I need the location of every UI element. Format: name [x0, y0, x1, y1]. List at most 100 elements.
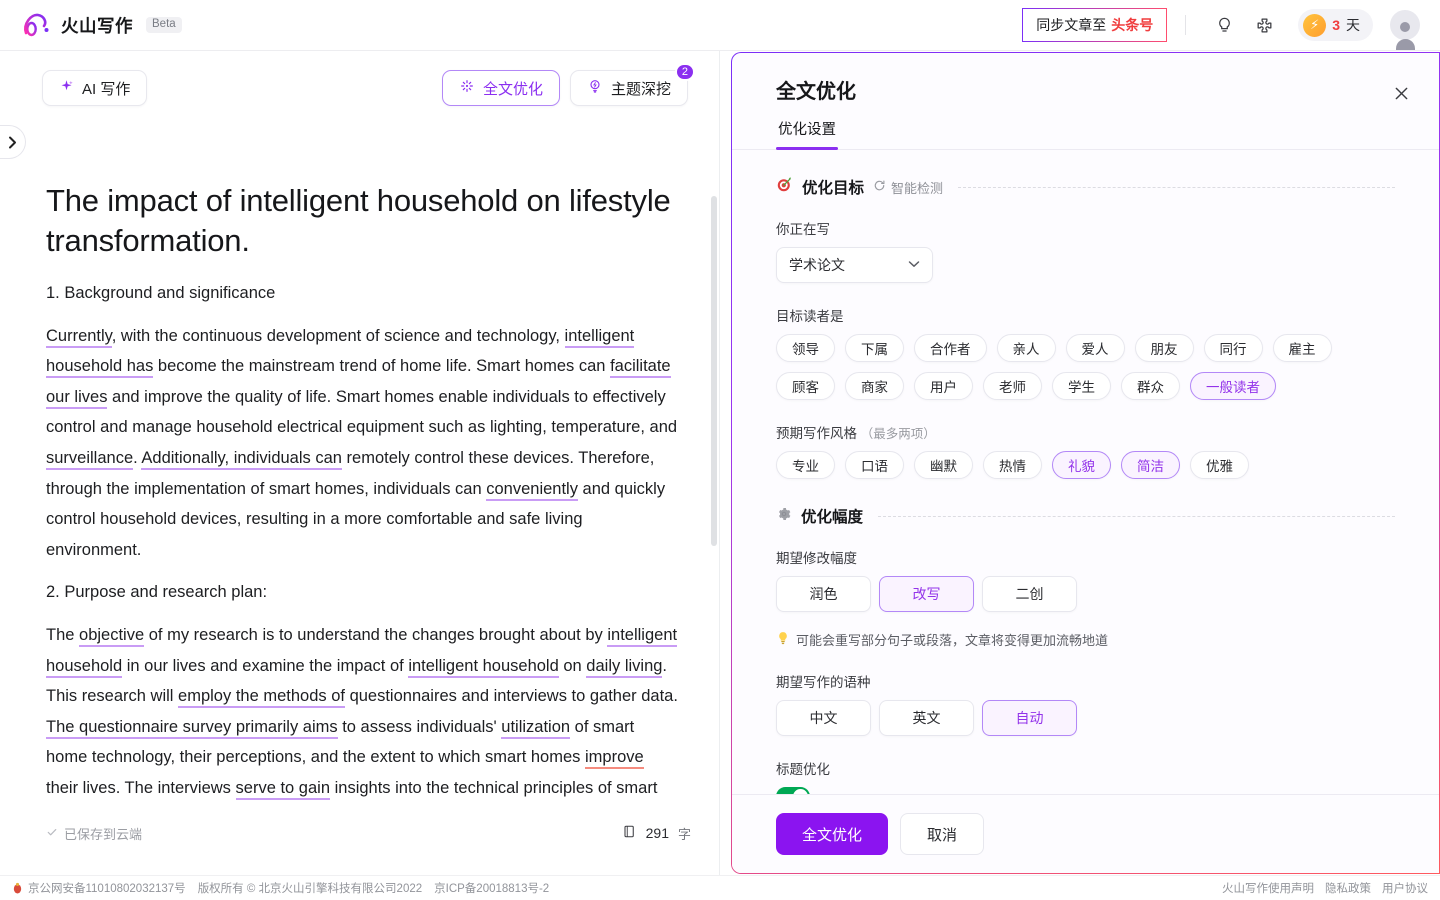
style-label: 预期写作风格 （最多两项） [776, 422, 1395, 442]
sync-button-target: 头条号 [1111, 17, 1154, 33]
footer-links: 火山写作使用声明 隐私政策 用户协议 [1222, 880, 1428, 896]
lightbulb-icon[interactable] [1208, 9, 1240, 41]
avatar[interactable] [1390, 10, 1420, 50]
document-paragraph-2: The objective of my research is to under… [46, 620, 678, 804]
chip-option[interactable]: 顾客 [776, 372, 835, 400]
chip-option[interactable]: 亲人 [996, 334, 1056, 362]
amplitude-tip: 可能会重写部分句子或段落，文章将变得更加流畅地道 [776, 630, 1395, 649]
segment-option[interactable]: 自动 [982, 700, 1077, 736]
segment-option[interactable]: 润色 [776, 576, 871, 612]
save-status-label: 已保存到云端 [64, 826, 143, 842]
chip-option[interactable]: 同行 [1203, 334, 1263, 362]
document-heading-1: 1. Background and significance [46, 284, 276, 302]
word-count-value: 291 [645, 825, 669, 841]
chip-option[interactable]: 礼貌 [1052, 451, 1111, 479]
header-divider [1185, 15, 1187, 35]
chip-option[interactable]: 一般读者 [1190, 372, 1276, 400]
app-header: 火山写作 Beta 同步文章至 头条号 ⚡ 3 天 [0, 0, 1440, 51]
chip-option[interactable]: 群众 [1121, 372, 1180, 400]
suggestion-underline-purple[interactable]: surveillance [46, 448, 134, 470]
full-optimize-panel: 全文优化 优化设置 优化目标 智能检测 你正在写 学术论文 目标读者是 领导 下… [731, 52, 1440, 874]
chip-option[interactable]: 简洁 [1121, 451, 1180, 479]
segment-option[interactable]: 改写 [879, 576, 974, 612]
chip-option[interactable]: 学生 [1052, 372, 1111, 400]
chip-option[interactable]: 爱人 [1065, 334, 1125, 362]
suggestion-underline-purple[interactable]: utilization [501, 717, 571, 739]
chip-option[interactable]: 专业 [776, 451, 835, 479]
header-actions: 同步文章至 头条号 ⚡ 3 天 [1022, 8, 1420, 50]
ai-write-label: AI 写作 [82, 80, 131, 98]
sidebar-expand-button[interactable] [0, 125, 26, 159]
remaining-days-pill[interactable]: ⚡ 3 天 [1298, 9, 1373, 41]
chip-option[interactable]: 优雅 [1190, 451, 1249, 479]
close-icon[interactable] [1389, 81, 1413, 105]
suggestion-underline-purple[interactable]: daily living [586, 656, 663, 678]
document-text: of my research is to understand the chan… [144, 625, 608, 644]
cancel-button[interactable]: 取消 [900, 813, 985, 855]
chip-option[interactable]: 下属 [845, 334, 904, 362]
suggestion-underline-purple[interactable]: The questionnaire survey primarily aims [46, 717, 338, 739]
footer-link[interactable]: 隐私政策 [1325, 880, 1371, 896]
language-field: 期望写作的语种 中文 英文 自动 [776, 671, 1395, 736]
amplitude-segment-group: 润色 改写 二创 [776, 576, 1395, 612]
smart-detect-button[interactable]: 智能检测 [873, 178, 943, 197]
segment-option[interactable]: 二创 [982, 576, 1077, 612]
document-scrollbar[interactable] [711, 196, 717, 546]
suggestion-underline-red[interactable]: improve [585, 748, 644, 770]
puzzle-icon[interactable] [1248, 9, 1280, 41]
title-optimize-field: 标题优化 [776, 758, 1395, 794]
topic-dig-button[interactable]: 主题深挖 2 [569, 63, 695, 106]
document-icon [622, 824, 637, 842]
footer-police-record: 京公网安备11010802032137号 [28, 883, 186, 895]
chip-option[interactable]: 老师 [983, 372, 1042, 400]
language-segment-group: 中文 英文 自动 [776, 700, 1395, 736]
full-optimize-button[interactable]: 全文优化 [441, 70, 560, 106]
chip-option[interactable]: 朋友 [1134, 334, 1194, 362]
chip-option[interactable]: 合作者 [914, 334, 987, 362]
page-footer: 京公网安备11010802032137号 版权所有 © 北京火山引擎科技有限公司… [0, 875, 1440, 900]
brand: 火山写作 Beta [22, 12, 182, 38]
pane-divider [719, 51, 720, 876]
amplitude-tip-text: 可能会重写部分句子或段落，文章将变得更加流畅地道 [796, 633, 1109, 648]
chip-option[interactable]: 领导 [776, 334, 835, 362]
chip-option[interactable]: 商家 [845, 372, 904, 400]
document-text: on [558, 656, 587, 675]
editor-pane: AI 写作 全文优化 主题深挖 2 The impact of intellig… [0, 51, 720, 876]
panel-title: 全文优化 [776, 81, 856, 103]
tab-optimize-settings[interactable]: 优化设置 [776, 118, 838, 150]
gear-icon [776, 506, 792, 527]
style-chip-group: 专业 口语 幽默 热情 礼貌 简洁 优雅 [776, 451, 1395, 479]
writing-type-select[interactable]: 学术论文 [776, 247, 933, 283]
title-optimize-toggle[interactable] [776, 787, 810, 794]
tab-optimize-settings-label: 优化设置 [778, 122, 836, 138]
suggestion-underline-purple[interactable]: conveniently [486, 479, 578, 501]
suggestion-underline-purple[interactable]: objective [79, 625, 145, 647]
footer-icp: 京ICP备20018813号-2 [434, 883, 550, 895]
topic-dig-label: 主题深挖 [610, 80, 671, 98]
chip-option[interactable]: 口语 [845, 451, 904, 479]
document-text: to assess individuals' [337, 717, 502, 736]
footer-link[interactable]: 用户协议 [1382, 880, 1428, 896]
ai-write-button[interactable]: AI 写作 [42, 70, 148, 106]
chip-option[interactable]: 用户 [914, 372, 973, 400]
document-content[interactable]: The impact of intelligent household on l… [46, 181, 678, 881]
chip-option[interactable]: 幽默 [914, 451, 973, 479]
segment-option[interactable]: 中文 [776, 700, 871, 736]
panel-body: 优化目标 智能检测 你正在写 学术论文 目标读者是 领导 下属 合作者 亲人 爱… [732, 150, 1439, 794]
footer-link[interactable]: 火山写作使用声明 [1222, 880, 1314, 896]
word-count[interactable]: 291 字 [622, 824, 691, 843]
section-divider-line [958, 186, 1395, 188]
sync-to-toutiao-button[interactable]: 同步文章至 头条号 [1022, 8, 1168, 42]
suggestion-underline-purple[interactable]: Currently [46, 326, 112, 348]
suggestion-underline-purple[interactable]: Additionally, individuals can [141, 448, 342, 470]
suggestion-underline-purple[interactable]: intelligent household [408, 656, 559, 678]
chip-option[interactable]: 雇主 [1272, 334, 1332, 362]
submit-full-optimize-button[interactable]: 全文优化 [776, 813, 889, 855]
suggestion-underline-purple[interactable]: employ the methods of [178, 687, 345, 709]
segment-option[interactable]: 英文 [879, 700, 974, 736]
writing-type-field: 你正在写 学术论文 [776, 218, 1395, 283]
suggestion-underline-purple[interactable]: serve to gain [235, 778, 331, 800]
save-status: 已保存到云端 [46, 824, 142, 843]
chip-option[interactable]: 热情 [983, 451, 1042, 479]
title-optimize-label: 标题优化 [776, 762, 830, 777]
